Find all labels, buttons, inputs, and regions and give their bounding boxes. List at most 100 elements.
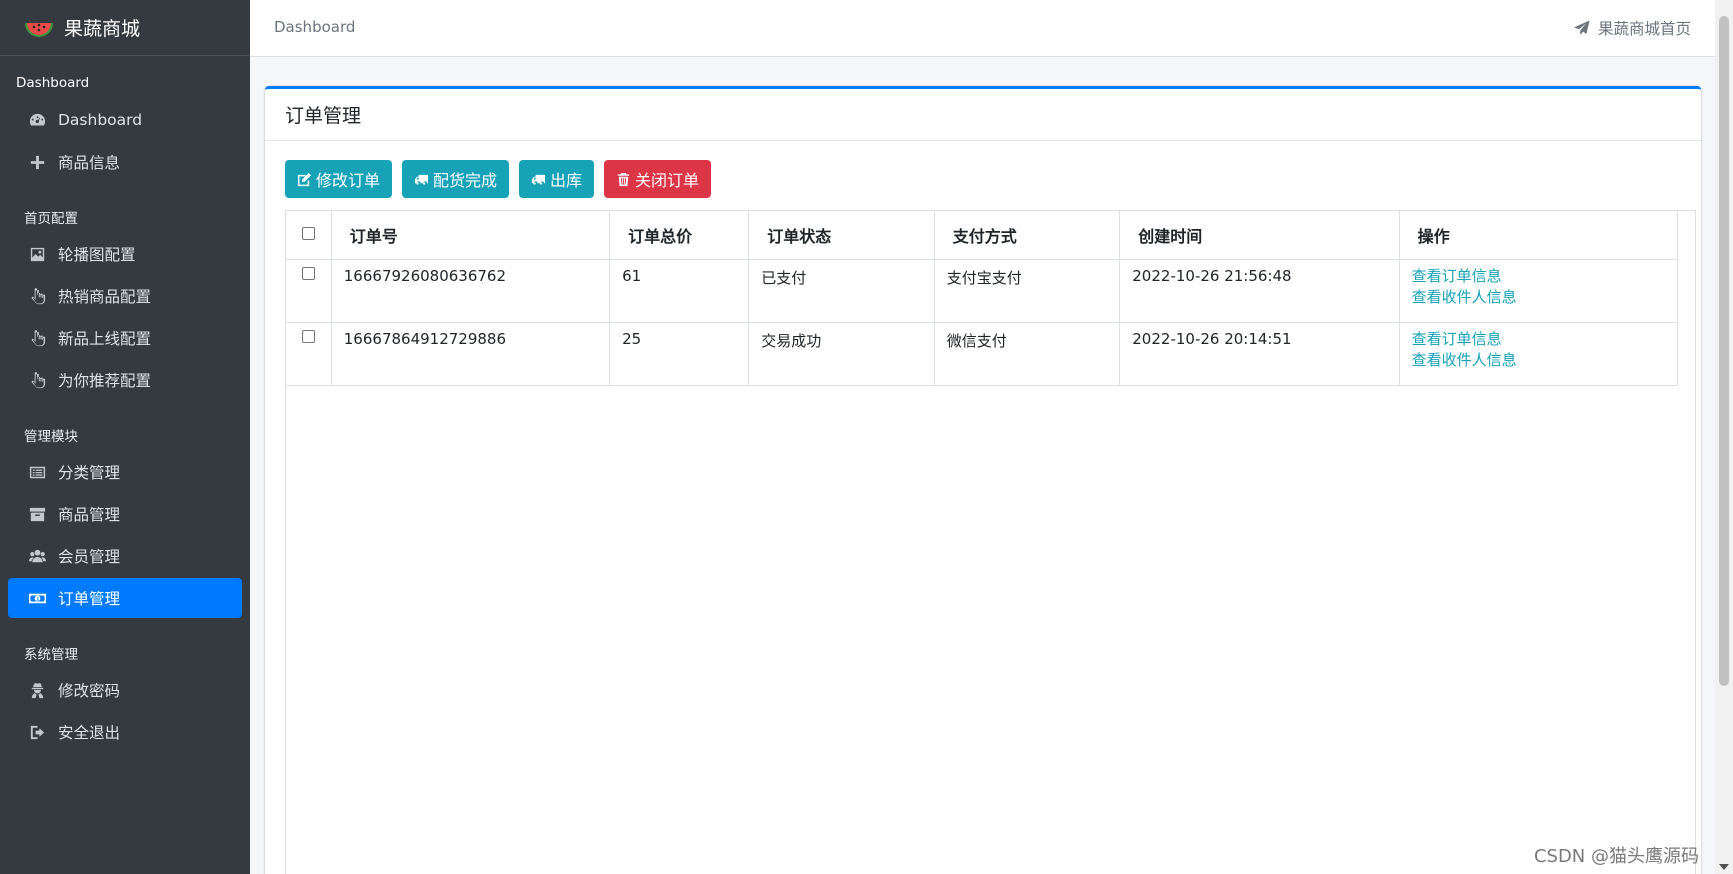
sidebar-item-logout[interactable]: 安全退出 [8,712,242,752]
row-select-cell [286,258,332,323]
page-scrollbar[interactable] [1715,0,1733,874]
status-cell: 已支付 [748,258,935,323]
actions-cell: 查看订单信息 查看收件人信息 [1398,258,1679,323]
section-title-system: 系统管理 [24,647,78,663]
row-checkbox[interactable] [301,329,315,343]
total-cell: 25 [609,321,750,386]
truck-icon [414,174,429,185]
column-header-status[interactable]: 订单状态 [748,211,935,260]
list-icon [27,462,47,482]
order-no-cell: 16667864912729886 [330,321,611,386]
brand[interactable]: 果蔬商城 [0,0,250,56]
order-no-cell: 16667926080636762 [330,258,611,323]
table-row[interactable]: 16667864912729886 25 交易成功 微信支付 2022-10-2… [286,321,1679,386]
column-header-order-no[interactable]: 订单号 [330,211,611,260]
sidebar-item-change-password[interactable]: 修改密码 [8,670,242,710]
sign-out-icon [27,722,47,742]
select-all-cell [286,211,332,260]
store-home-label: 果蔬商城首页 [1597,20,1691,38]
sidebar-item-recommend-config[interactable]: 为你推荐配置 [8,360,242,400]
action-toolbar: 修改订单 配货完成 出库 关闭订单 [285,160,721,198]
table-row[interactable]: 16667926080636762 61 已支付 支付宝支付 2022-10-2… [286,258,1679,323]
money-icon [27,588,47,608]
select-all-checkbox[interactable] [301,227,315,241]
ship-done-button[interactable]: 配货完成 [402,160,510,198]
sidebar-item-label: 为你推荐配置 [58,372,152,390]
column-header-created[interactable]: 创建时间 [1119,211,1400,260]
close-order-label: 关闭订单 [635,173,700,190]
edit-order-button[interactable]: 修改订单 [285,160,393,198]
user-secret-icon [27,680,47,700]
payment-cell: 微信支付 [933,321,1121,386]
orders-table: 订单号 订单总价 订单状态 支付方式 创建时间 操作 1666792608063… [286,211,1679,386]
sidebar-item-category-management[interactable]: 分类管理 [8,452,242,492]
ship-done-label: 配货完成 [433,173,498,190]
section-title-management: 管理模块 [24,429,78,445]
close-order-button[interactable]: 关闭订单 [604,160,712,198]
sidebar-item-label: 商品信息 [58,154,121,172]
edit-order-label: 修改订单 [316,173,381,190]
top-navbar: Dashboard 果蔬商城首页 [250,0,1715,57]
archive-icon [27,504,47,524]
plus-icon [27,152,47,172]
card-header: 订单管理 [265,89,1701,141]
hand-pointer-icon [27,328,47,348]
sidebar-item-label: Dashboard [58,111,143,129]
section-title-dashboard: Dashboard [16,75,90,91]
sidebar-item-hot-products-config[interactable]: 热销商品配置 [8,276,242,316]
sidebar-item-label: 修改密码 [58,682,121,700]
sidebar-item-member-management[interactable]: 会员管理 [8,536,242,576]
column-header-actions: 操作 [1398,211,1679,260]
scrollbar-thumb[interactable] [1719,16,1729,686]
sidebar-item-new-products-config[interactable]: 新品上线配置 [8,318,242,358]
sidebar-item-dashboard[interactable]: Dashboard [8,100,242,140]
image-icon [27,244,47,264]
brand-name: 果蔬商城 [64,18,141,40]
created-cell: 2022-10-26 21:56:48 [1119,258,1400,323]
sidebar-item-product-info[interactable]: 商品信息 [8,142,242,182]
sidebar-item-product-management[interactable]: 商品管理 [8,494,242,534]
sidebar-item-order-management[interactable]: 订单管理 [8,578,242,618]
payment-cell: 支付宝支付 [933,258,1121,323]
sidebar-item-carousel-config[interactable]: 轮播图配置 [8,234,242,274]
users-icon [27,546,47,566]
status-cell: 交易成功 [748,321,935,386]
page-title: 订单管理 [285,105,362,127]
sidebar-item-label: 分类管理 [58,464,121,482]
row-select-cell [286,321,332,386]
edit-icon [297,172,312,186]
sidebar: 果蔬商城 Dashboard Dashboard 商品信息 首页配置 轮播图配置… [0,0,250,874]
sidebar-item-label: 轮播图配置 [58,246,136,264]
column-header-total[interactable]: 订单总价 [609,211,750,260]
section-title-homepage-config: 首页配置 [24,211,78,227]
store-home-link[interactable]: 果蔬商城首页 [1573,17,1691,39]
truck-icon [531,174,546,185]
sidebar-item-label: 订单管理 [58,590,121,608]
sidebar-item-label: 热销商品配置 [58,288,152,306]
column-header-payment[interactable]: 支付方式 [933,211,1121,260]
row-checkbox[interactable] [301,266,315,280]
watermelon-logo [25,22,53,37]
created-cell: 2022-10-26 20:14:51 [1119,321,1400,386]
paper-plane-icon [1573,20,1590,35]
sidebar-item-label: 新品上线配置 [58,330,152,348]
sidebar-item-label: 会员管理 [58,548,121,566]
scroll-down-arrow-icon[interactable] [1719,864,1729,870]
breadcrumb[interactable]: Dashboard [274,18,355,36]
watermark: CSDN @猫头鹰源码 [1533,846,1699,867]
outbound-button[interactable]: 出库 [519,160,595,198]
hand-pointer-icon [27,370,47,390]
sidebar-item-label: 商品管理 [58,506,121,524]
dashboard-icon [27,110,47,130]
order-management-card: 订单管理 修改订单 配货完成 出库 关闭订单 订单号 订单总价 订单状态 支付方… [265,86,1701,874]
total-cell: 61 [609,258,750,323]
hand-pointer-icon [27,286,47,306]
outbound-label: 出库 [550,173,583,190]
orders-table-container: 订单号 订单总价 订单状态 支付方式 创建时间 操作 1666792608063… [285,210,1696,874]
sidebar-item-label: 安全退出 [58,724,121,742]
view-recipient-link[interactable]: 查看收件人信息 [1412,348,1665,372]
actions-cell: 查看订单信息 查看收件人信息 [1398,321,1679,386]
table-header-row: 订单号 订单总价 订单状态 支付方式 创建时间 操作 [286,211,1679,260]
view-recipient-link[interactable]: 查看收件人信息 [1412,285,1665,309]
trash-icon [617,172,630,186]
